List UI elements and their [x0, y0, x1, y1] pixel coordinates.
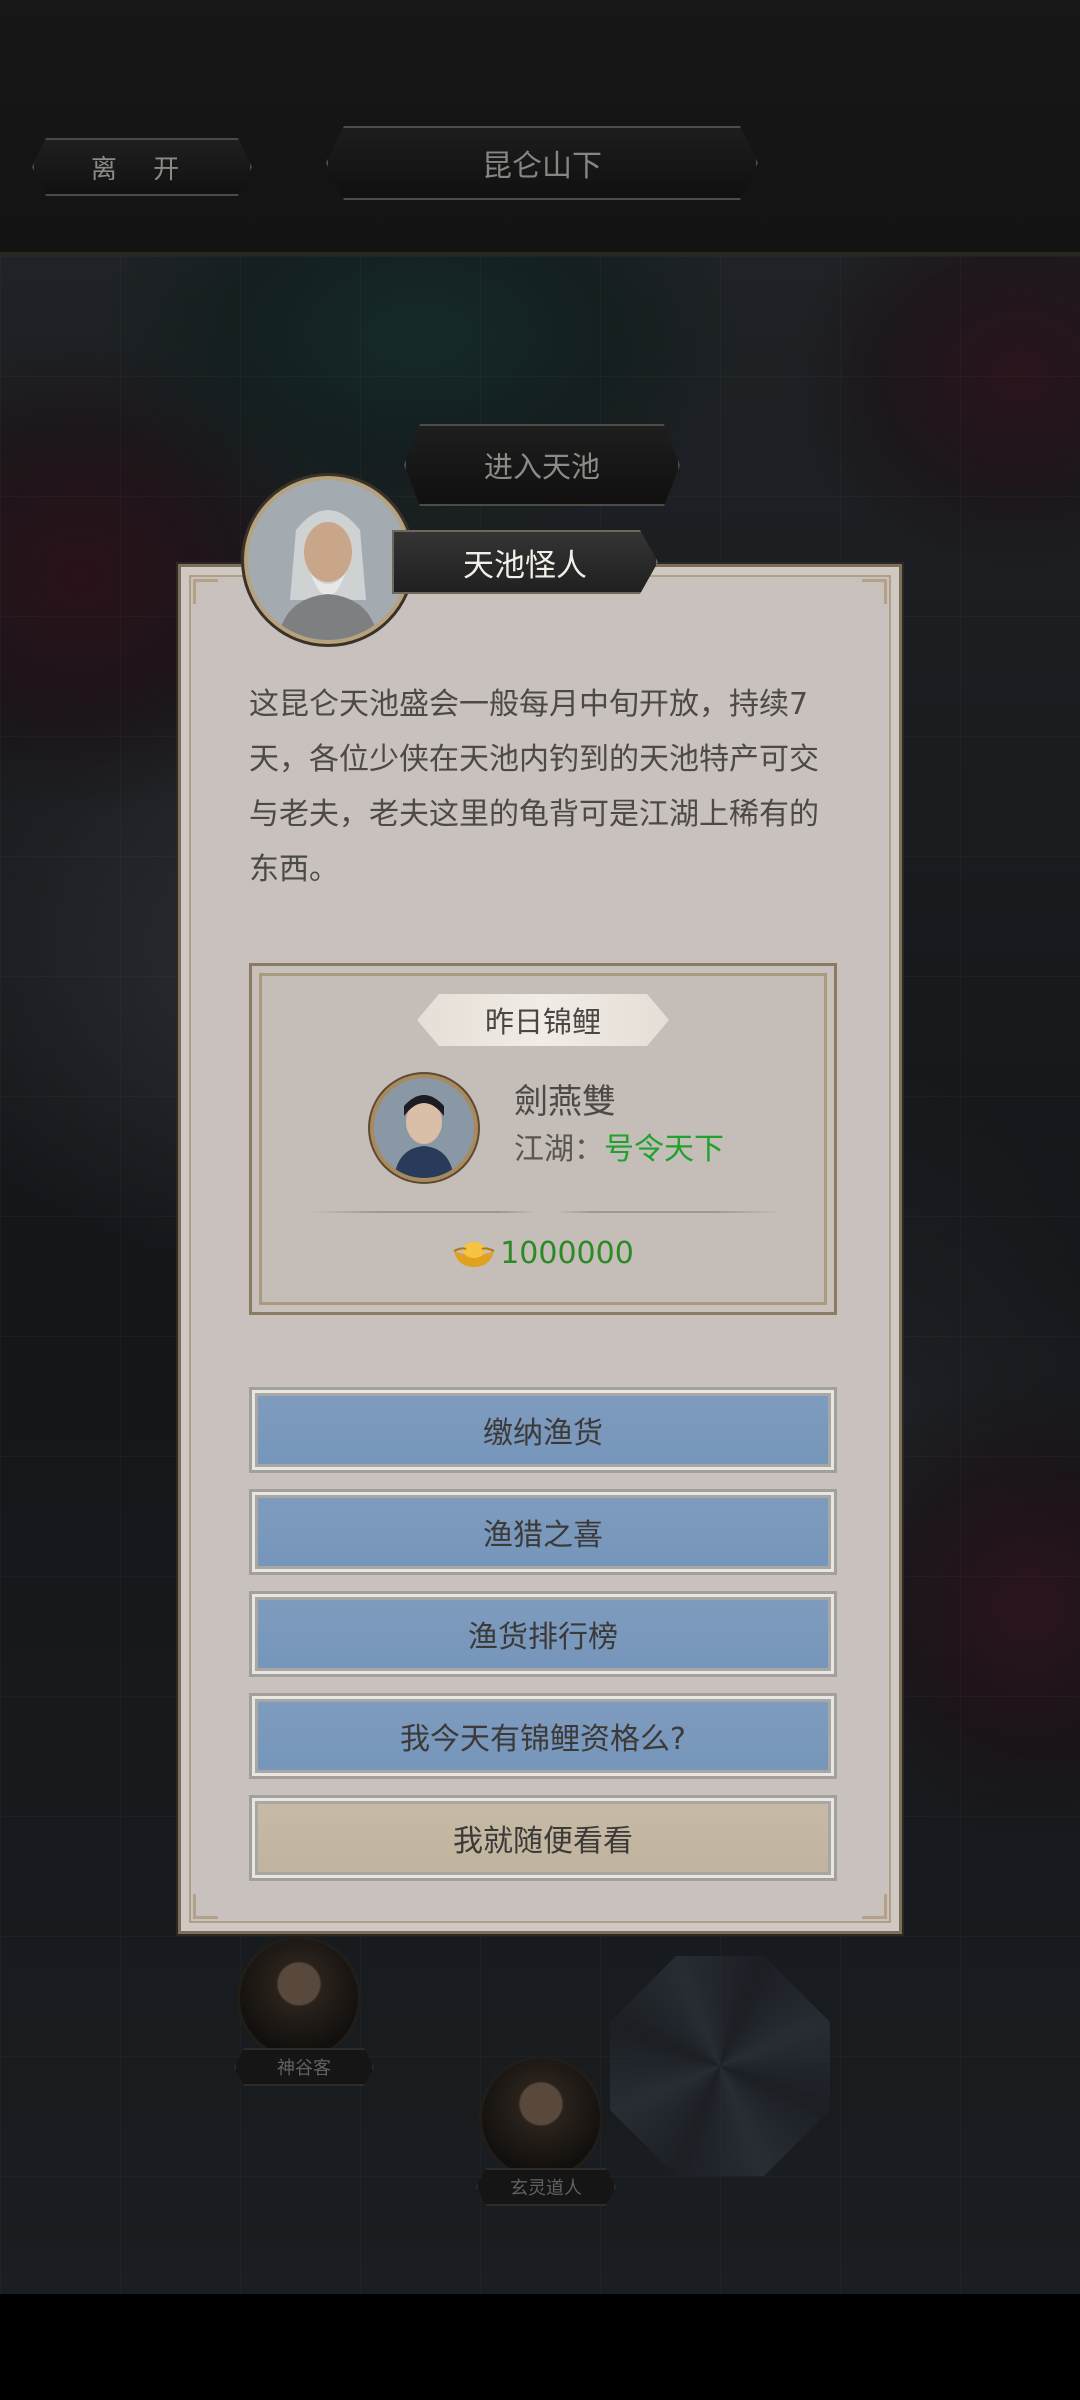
npc-dialog: 这昆仑天池盛会一般每月中旬开放，持续7天，各位少侠在天池内钓到的天池特产可交与老…	[178, 564, 902, 1934]
koi-player-avatar	[370, 1074, 478, 1182]
gold-ingot-icon	[453, 1241, 495, 1267]
corner-ornament	[862, 579, 887, 604]
leave-button[interactable]: 离 开	[32, 138, 252, 196]
option-submit-fish[interactable]: 缴纳渔货	[249, 1387, 837, 1473]
top-bar: 离 开 昆仑山下	[0, 0, 1080, 256]
corner-ornament	[862, 1894, 887, 1919]
faction-label: 江湖：	[514, 1132, 604, 1167]
npc-avatar	[244, 476, 412, 644]
option-just-browsing[interactable]: 我就随便看看	[249, 1795, 837, 1881]
enter-tianchi-button[interactable]: 进入天池	[404, 424, 680, 506]
location-title: 昆仑山下	[326, 126, 758, 200]
faction-value: 号令天下	[604, 1132, 724, 1167]
koi-title: 昨日锦鲤	[417, 994, 669, 1046]
reward-amount: 1000000	[500, 1236, 634, 1271]
koi-player-name: 劍燕雙	[514, 1082, 616, 1122]
corner-ornament	[193, 1894, 218, 1919]
ornamental-divider	[310, 1211, 782, 1213]
corner-ornament	[193, 579, 218, 604]
game-screen: 离 开 昆仑山下 神谷客 玄灵道人 进入天池 这昆仑天池盛会一般每月中旬开放，持…	[0, 0, 1080, 2400]
dialog-text: 这昆仑天池盛会一般每月中旬开放，持续7天，各位少侠在天池内钓到的天池特产可交与老…	[249, 687, 819, 887]
koi-panel: 昨日锦鲤 劍燕雙 江湖：号令天下 1000000	[249, 963, 837, 1315]
option-fishing-joy[interactable]: 渔猎之喜	[249, 1489, 837, 1575]
portrait-icon	[374, 1078, 474, 1178]
koi-reward: 1000000	[252, 1236, 834, 1271]
elder-portrait-icon	[248, 480, 408, 640]
system-nav-bar	[0, 2294, 1080, 2400]
koi-faction: 江湖：号令天下	[514, 1124, 724, 1168]
option-koi-eligibility[interactable]: 我今天有锦鲤资格么?	[249, 1693, 837, 1779]
option-fish-leaderboard[interactable]: 渔货排行榜	[249, 1591, 837, 1677]
npc-name-plate: 天池怪人	[392, 530, 658, 594]
